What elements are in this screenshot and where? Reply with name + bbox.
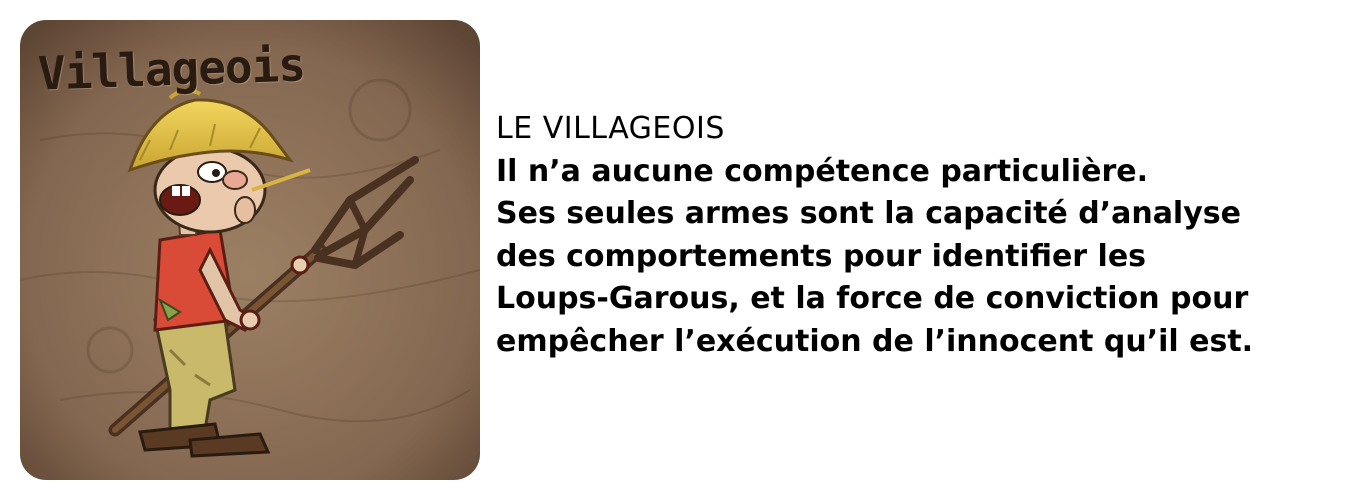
role-description: LE VILLAGEOIS Il n’a aucune compétence p… bbox=[496, 108, 1336, 363]
description-line: Loups-Garous, et la force de conviction … bbox=[496, 281, 1249, 316]
description-line: Ses seules armes sont la capacité d’anal… bbox=[496, 196, 1241, 231]
description-line: Il n’a aucune compétence particulière. bbox=[496, 153, 1149, 189]
card-title: Villageois bbox=[37, 37, 306, 101]
description-line: empêcher l’exécution de l’innocent qu’il… bbox=[496, 323, 1254, 359]
description-line: des comportements pour identifier les bbox=[496, 238, 1147, 274]
role-card: Villageois bbox=[20, 20, 480, 480]
role-heading: LE VILLAGEOIS bbox=[496, 111, 725, 146]
